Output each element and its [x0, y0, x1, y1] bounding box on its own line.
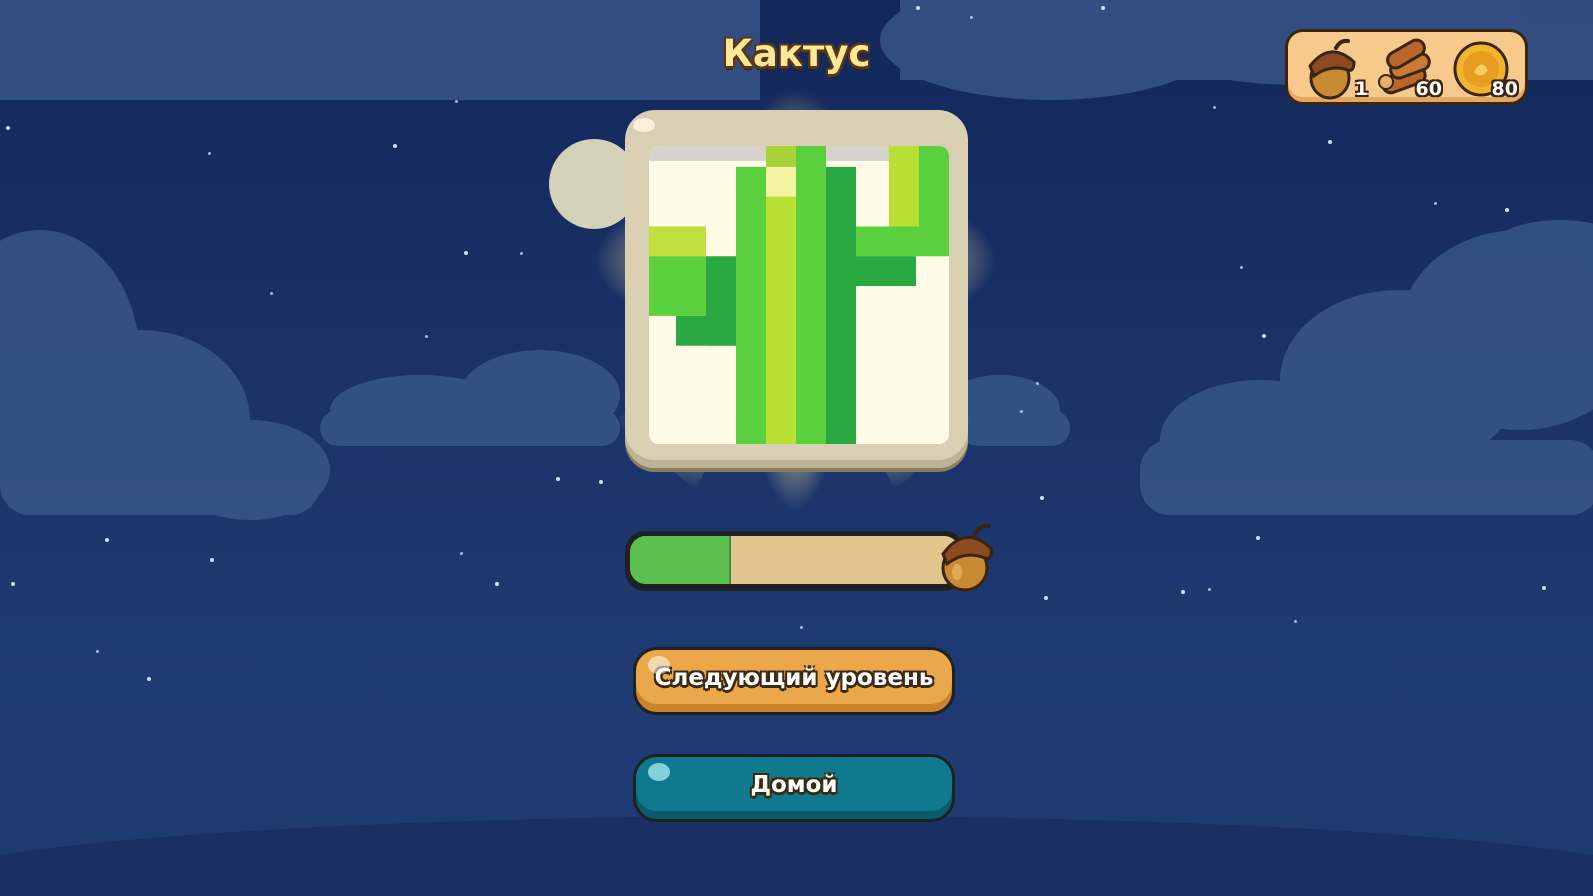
star — [1434, 202, 1437, 205]
button-shine — [648, 656, 670, 674]
button-shine — [648, 763, 670, 781]
star — [105, 538, 109, 542]
star — [1256, 536, 1260, 540]
star — [916, 6, 920, 10]
cactus-pixel-art — [649, 146, 949, 444]
frame-shine — [633, 118, 655, 132]
star — [270, 292, 273, 295]
next-level-button[interactable]: Следующий уровень — [633, 647, 955, 715]
star — [11, 582, 15, 586]
currency-panel: 1 60 80 — [1285, 29, 1528, 105]
wood-counter: 60 — [1376, 36, 1442, 102]
star — [393, 144, 397, 148]
home-button[interactable]: Домой — [633, 754, 955, 822]
next-level-label: Следующий уровень — [654, 665, 934, 691]
acorn-icon — [1308, 38, 1356, 100]
star — [1213, 106, 1216, 109]
star — [147, 677, 151, 681]
level-progress-bar — [625, 531, 965, 591]
star — [1505, 208, 1509, 212]
star — [1181, 590, 1185, 594]
star — [1294, 620, 1297, 623]
star — [495, 582, 499, 586]
coin-count: 80 — [1491, 78, 1518, 100]
progress-track — [630, 536, 960, 584]
star — [208, 152, 211, 155]
home-label: Домой — [750, 772, 838, 798]
acorn-count: 1 — [1354, 78, 1368, 100]
star — [1040, 496, 1044, 500]
picture-frame — [625, 110, 968, 468]
acorn-counter: 1 — [1302, 36, 1368, 102]
star — [1542, 586, 1546, 590]
star — [460, 552, 463, 555]
star — [1101, 6, 1105, 10]
star — [520, 252, 523, 255]
star — [210, 558, 214, 562]
acorn-icon — [941, 523, 993, 592]
star — [1328, 140, 1332, 144]
coin-counter: 80 — [1452, 36, 1518, 102]
star — [800, 626, 803, 629]
wood-count: 60 — [1415, 78, 1442, 100]
star — [970, 16, 973, 19]
star — [96, 650, 99, 653]
star — [1044, 596, 1048, 600]
star — [6, 126, 10, 130]
star — [1036, 382, 1039, 385]
progress-fill — [630, 536, 731, 584]
star — [1240, 266, 1243, 269]
star — [1262, 334, 1266, 338]
star — [425, 335, 428, 338]
star — [1208, 588, 1211, 591]
star — [464, 251, 468, 255]
star — [455, 100, 458, 103]
